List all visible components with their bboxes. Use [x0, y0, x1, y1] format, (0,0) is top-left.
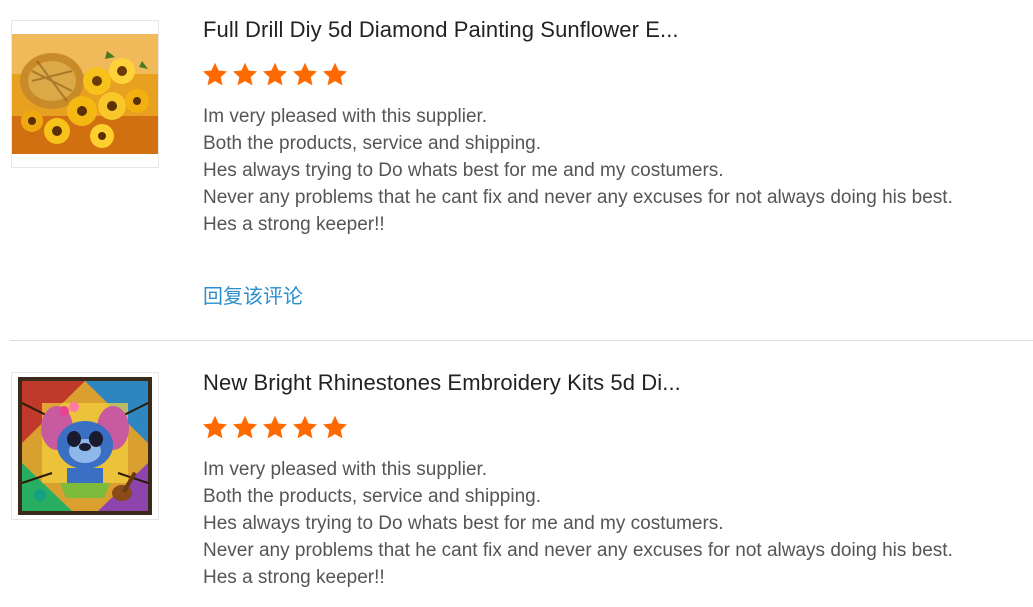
star-icon	[262, 415, 288, 439]
review-line: Both the products, service and shipping.	[203, 133, 541, 154]
star-icon	[292, 62, 318, 86]
product-thumbnail[interactable]	[11, 20, 159, 168]
review-text: Im very pleased with this supplier. Both…	[203, 103, 953, 238]
review-item: New Bright Rhinestones Embroidery Kits 5…	[0, 341, 1033, 607]
review-item: Full Drill Diy 5d Diamond Painting Sunfl…	[0, 0, 1033, 341]
star-icon	[262, 62, 288, 86]
star-icon	[202, 62, 228, 86]
product-title[interactable]: New Bright Rhinestones Embroidery Kits 5…	[203, 370, 681, 396]
product-thumbnail[interactable]	[11, 372, 159, 520]
star-icon	[292, 415, 318, 439]
review-line: Never any problems that he cant fix and …	[203, 187, 953, 208]
star-icon	[232, 62, 258, 86]
review-line: Never any problems that he cant fix and …	[203, 540, 953, 561]
star-icon	[202, 415, 228, 439]
product-title[interactable]: Full Drill Diy 5d Diamond Painting Sunfl…	[203, 17, 679, 43]
review-text: Im very pleased with this supplier. Both…	[203, 456, 953, 591]
star-rating	[201, 61, 349, 89]
review-line: Hes a strong keeper!!	[203, 567, 385, 588]
review-line: Hes always trying to Do whats best for m…	[203, 160, 724, 181]
stitch-stained-glass-image	[12, 373, 158, 519]
star-icon	[322, 415, 348, 439]
review-line: Im very pleased with this supplier.	[203, 106, 488, 127]
reply-to-review-link[interactable]: 回复该评论	[203, 280, 303, 309]
review-line: Hes always trying to Do whats best for m…	[203, 513, 724, 534]
star-icon	[322, 62, 348, 86]
review-line: Im very pleased with this supplier.	[203, 459, 488, 480]
star-icon	[232, 415, 258, 439]
star-rating	[201, 414, 349, 442]
review-line: Hes a strong keeper!!	[203, 214, 385, 235]
sunflower-basket-image	[12, 21, 158, 167]
review-line: Both the products, service and shipping.	[203, 486, 541, 507]
